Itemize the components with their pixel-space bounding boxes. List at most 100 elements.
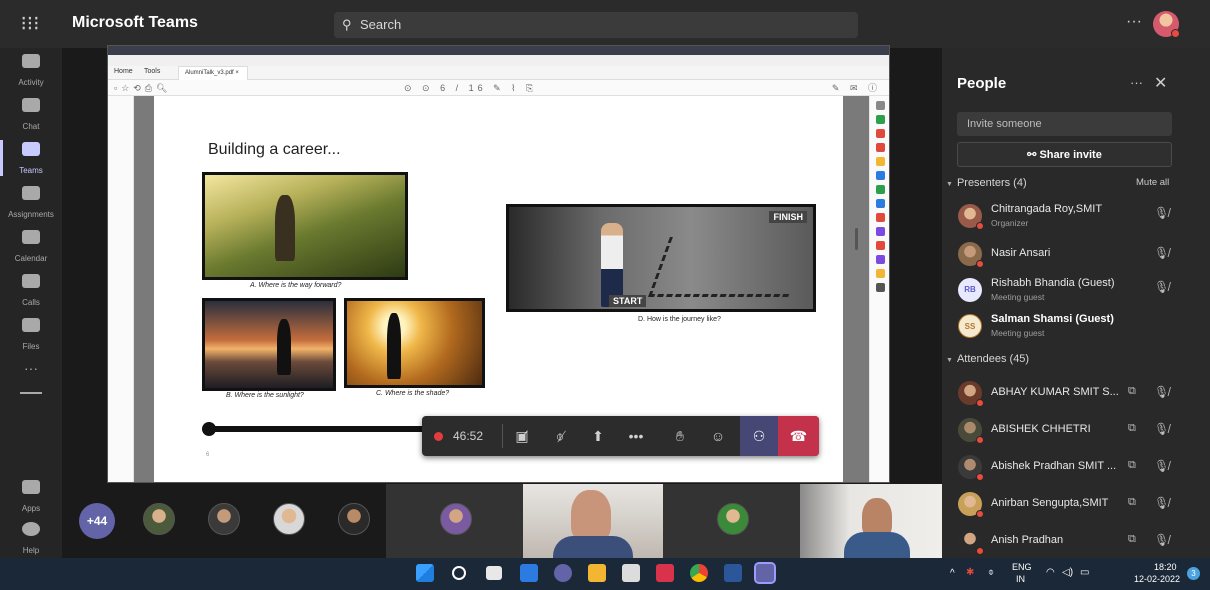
participant-row[interactable]: Nasir Ansari 🎙︎̸ [942,238,1210,274]
participant-name: Abishek Pradhan SMIT ... [991,460,1117,472]
mic-off-icon[interactable]: 🎙︎̸ [1154,280,1169,294]
people-icon[interactable]: ⚇ [740,416,778,456]
profile-avatar[interactable] [1153,11,1180,38]
rail-item-files[interactable]: Files [0,312,62,356]
presenters-header[interactable]: ▼ Presenters (4) [946,177,1027,189]
tab-tools[interactable]: Tools [144,68,160,75]
participant-avatar[interactable] [273,503,305,535]
pdf-toolbar-left-icons[interactable]: ▫☆⟲⎙🔍︎ [114,80,171,96]
share-icon: ⚯ [1027,149,1040,161]
participant-avatar[interactable] [143,503,175,535]
teams-app-icon[interactable] [754,562,776,584]
mic-icon[interactable]: ⌽ [988,567,994,578]
share-screen-icon[interactable]: ⬆ [582,416,614,456]
slide-progress-knob[interactable] [202,422,216,436]
rail-label: Calendar [14,254,48,263]
mute-all-button[interactable]: Mute all [1136,177,1169,188]
raise-hand-icon[interactable]: ✋︎ [664,416,696,456]
search-icon: ⚲ [342,17,352,32]
hang-up-icon[interactable]: ☎ [778,416,819,456]
avatar [958,492,984,518]
participant-row[interactable]: ABISHEK CHHETRI ⧉ 🎙︎̸ [942,414,1210,450]
mic-off-icon[interactable]: 🎙︎̸ [1154,385,1169,399]
camera-off-icon[interactable]: ▣̸ [506,416,538,456]
people-more-icon[interactable]: ··· [1130,75,1143,90]
participant-tile[interactable] [663,484,800,558]
rail-item-calls[interactable]: Calls [0,268,62,312]
notification-badge[interactable]: 3 [1187,567,1200,580]
chrome-icon[interactable] [690,564,708,582]
mic-off-icon[interactable]: 🎙︎̸ [1154,533,1169,547]
participant-name: Anish Pradhan [991,534,1064,546]
app-launcher-icon[interactable]: ⁝⁝⁝ [18,12,42,36]
participant-row[interactable]: Anirban Sengupta,SMIT ⧉ 🎙︎̸ [942,488,1210,524]
close-icon[interactable]: ✕ [1154,73,1167,93]
rail-item-chat[interactable]: Chat [0,92,62,136]
page-number-field[interactable]: 6 / 16 [440,83,487,93]
tray-app-icon[interactable]: ✱ [966,567,974,578]
mic-off-icon[interactable]: ⌽̸ [544,416,576,456]
participant-row[interactable]: Chitrangada Roy,SMIT Organizer 🎙︎̸ [942,200,1210,236]
rail-item-teams[interactable]: Teams [0,136,62,180]
overflow-participants-button[interactable]: +44 [79,503,115,539]
widgets-icon[interactable] [520,564,538,582]
chevron-up-icon[interactable]: ^ [950,568,955,579]
pdf-toolbar-right-icons[interactable]: ✎ ✉ ⓘ [832,80,881,96]
rail-item-apps[interactable]: Apps [0,474,62,518]
pdf-left-panel [108,96,134,482]
participant-tile[interactable] [386,484,523,558]
more-apps-button[interactable]: ··· [0,360,62,376]
avatar [958,529,984,555]
task-view-icon[interactable] [486,566,502,580]
participant-avatar[interactable] [338,503,370,535]
language-top[interactable]: ENG [1012,562,1032,572]
pocket-icon[interactable] [656,564,674,582]
more-icon[interactable]: ••• [620,416,652,456]
image-forest-path [202,172,408,280]
mic-off-icon[interactable]: 🎙︎̸ [1154,206,1169,220]
attendees-header[interactable]: ▼ Attendees (45) [946,353,1029,365]
pdf-canvas-margin [843,96,869,482]
language-bottom[interactable]: IN [1016,574,1025,584]
caret-down-icon: ▼ [946,181,953,188]
participant-row[interactable]: SS Salman Shamsi (Guest) Meeting guest [942,310,1210,346]
rail-item-assignments[interactable]: Assignments [0,180,62,224]
participant-video-tile[interactable] [523,484,663,558]
mic-off-icon[interactable]: 🎙︎̸ [1154,496,1169,510]
participant-row[interactable]: Abishek Pradhan SMIT ... ⧉ 🎙︎̸ [942,451,1210,487]
title-bar: ⁝⁝⁝ Microsoft Teams ⚲ Search ··· [0,0,1210,48]
mic-off-icon[interactable]: 🎙︎̸ [1154,459,1169,473]
battery-icon[interactable]: ▭ [1080,567,1089,578]
word-icon[interactable] [724,564,742,582]
attendees-header-label: Attendees (45) [956,353,1030,365]
windows-start-icon[interactable] [416,564,434,582]
mic-off-icon[interactable]: 🎙︎̸ [1154,246,1169,260]
clock-time[interactable]: 18:20 [1154,562,1177,572]
rail-item-help[interactable]: Help [0,516,62,560]
share-invite-button[interactable]: ⚯ Share invite [957,142,1172,167]
person-silhouette [387,313,401,379]
scrollbar-thumb[interactable] [855,228,858,250]
participant-avatar[interactable] [208,503,240,535]
teams-chat-icon[interactable] [554,564,572,582]
invite-input[interactable]: Invite someone [957,112,1172,136]
participant-row[interactable]: RB Rishabh Bhandia (Guest) Meeting guest… [942,274,1210,310]
settings-more-button[interactable]: ··· [1126,13,1142,31]
store-icon[interactable] [622,564,640,582]
participant-video-tile[interactable] [800,484,942,558]
clock-date[interactable]: 12-02-2022 [1134,574,1180,584]
tab-home[interactable]: Home [114,68,133,75]
mic-off-icon[interactable]: 🎙︎̸ [1154,422,1169,436]
volume-icon[interactable]: ◁) [1062,567,1073,578]
tab-document[interactable]: AlumniTalk_v3.pdf × [178,66,248,80]
participant-row[interactable]: Anish Pradhan ⧉ 🎙︎̸ [942,525,1210,561]
file-explorer-icon[interactable] [588,564,606,582]
wifi-icon[interactable]: ◠ [1046,567,1055,578]
chat-icon[interactable]: ☺ [702,416,734,456]
search-icon[interactable] [452,566,466,580]
rail-label: Activity [18,78,44,87]
search-input[interactable]: ⚲ Search [334,12,858,38]
participant-row[interactable]: ABHAY KUMAR SMIT S... ⧉ 🎙︎̸ [942,377,1210,413]
rail-item-activity[interactable]: Activity [0,48,62,92]
rail-item-calendar[interactable]: Calendar [0,224,62,268]
